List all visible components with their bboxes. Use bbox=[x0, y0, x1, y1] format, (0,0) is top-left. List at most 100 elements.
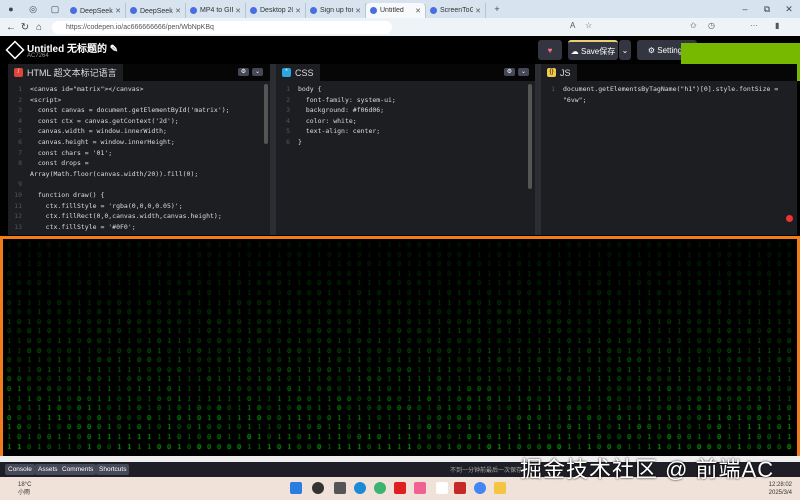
tab-label: Untitled bbox=[380, 7, 404, 14]
favorite-star-icon[interactable]: ☆ bbox=[585, 21, 592, 30]
tab-label: MP4 to GIF | CloudConvert bbox=[200, 7, 233, 14]
close-tab-icon[interactable]: ✕ bbox=[355, 7, 361, 15]
code-line: 2 <script> bbox=[8, 95, 270, 106]
codepen-logo-icon[interactable] bbox=[5, 40, 25, 60]
line-number: 9 bbox=[18, 180, 22, 189]
html-collapse-icon[interactable]: ⌄ bbox=[252, 68, 263, 76]
browser-tab[interactable]: Sign up for Loom | Loom✕ bbox=[306, 3, 366, 18]
wechat-icon[interactable] bbox=[374, 482, 386, 494]
cloud-icon: ☁ bbox=[570, 46, 579, 56]
js-editor-tab[interactable]: {} JS bbox=[541, 64, 577, 81]
console-button[interactable]: Console bbox=[5, 464, 35, 475]
maximize-icon[interactable]: ⧉ bbox=[761, 3, 773, 15]
app-icon[interactable] bbox=[414, 482, 426, 494]
favorites-icon[interactable]: ✩ bbox=[690, 21, 697, 30]
sidebar-icon[interactable]: ▮ bbox=[775, 21, 779, 30]
line-number: 5 bbox=[286, 127, 290, 136]
home-icon[interactable]: ⌂ bbox=[32, 22, 46, 33]
browser-tab[interactable]: DeepSeek | 深度求索✕ bbox=[66, 3, 126, 18]
favicon-icon bbox=[310, 7, 317, 14]
html-editor-scrollbar[interactable] bbox=[264, 84, 268, 144]
browser-tab[interactable]: Untitled ✕ bbox=[366, 3, 426, 18]
code-line: 1 body { bbox=[276, 84, 535, 95]
css-settings-icon[interactable]: ⚙ bbox=[504, 68, 515, 76]
code-line: 7 const chars = '01'; bbox=[8, 148, 270, 159]
code-text: document.getElementsByTagName("h1")[0].s… bbox=[563, 85, 779, 93]
netease-music-icon[interactable] bbox=[394, 482, 406, 494]
search-icon[interactable] bbox=[312, 482, 324, 494]
browser-tab[interactable]: ScreenToGif - Record yo✕ bbox=[426, 3, 486, 18]
browser-tab[interactable]: DeepSeek - 探索未至之境✕ bbox=[126, 3, 186, 18]
save-button[interactable]: ☁ Save保存 bbox=[568, 40, 618, 60]
back-icon[interactable]: ← bbox=[4, 22, 18, 33]
code-text: font-family: system-ui; bbox=[298, 95, 396, 104]
edit-pencil-icon[interactable]: ✎ bbox=[110, 44, 118, 55]
code-text: body { bbox=[298, 85, 322, 93]
preview-frame[interactable] bbox=[0, 236, 800, 460]
line-number: 8 bbox=[18, 159, 22, 168]
start-icon[interactable] bbox=[290, 482, 302, 494]
browser-tab[interactable]: Desktop 2025.03.04 - 12✕ bbox=[246, 3, 306, 18]
code-line: 11 ctx.fillStyle = 'rgba(0,0,0,0.05)'; bbox=[8, 201, 270, 212]
refresh-icon[interactable]: ↻ bbox=[18, 22, 32, 33]
line-number: 1 bbox=[18, 85, 22, 93]
browser-icon[interactable] bbox=[474, 482, 486, 494]
more-icon[interactable]: ··· bbox=[750, 21, 758, 30]
read-aloud-icon[interactable]: A bbox=[570, 21, 575, 30]
save-options-dropdown[interactable]: ⌄ bbox=[619, 40, 631, 60]
history-icon[interactable]: ◷ bbox=[708, 21, 715, 30]
line-number: 10 bbox=[14, 190, 22, 199]
html-editor-tab[interactable]: / HTML 超文本标记语言 bbox=[8, 64, 123, 81]
minimize-icon[interactable]: – bbox=[739, 3, 751, 15]
html-icon: / bbox=[14, 68, 23, 77]
heart-button[interactable]: ♥ bbox=[538, 40, 562, 60]
app-icon[interactable] bbox=[454, 482, 466, 494]
task-view-icon[interactable] bbox=[334, 482, 346, 494]
close-window-icon[interactable]: ✕ bbox=[783, 3, 795, 15]
html-editor-panel: / HTML 超文本标记语言 ⚙ ⌄ 1 <canvas id="matrix"><… bbox=[8, 64, 270, 235]
tab-label: DeepSeek | 深度求索 bbox=[80, 7, 113, 15]
pen-author[interactable]: AC7264 bbox=[27, 53, 49, 59]
comments-button[interactable]: Comments bbox=[59, 464, 97, 475]
css-editor-scrollbar[interactable] bbox=[528, 84, 532, 189]
close-tab-icon[interactable]: ✕ bbox=[415, 7, 421, 15]
code-text: ctx.fillRect(0,0,canvas.width,canvas.hei… bbox=[30, 212, 222, 221]
line-number: 11 bbox=[14, 201, 22, 210]
close-tab-icon[interactable]: ✕ bbox=[175, 7, 181, 15]
line-number: 1 bbox=[286, 85, 290, 93]
save-label: Save保存 bbox=[581, 46, 616, 56]
url-input[interactable]: https://codepen.io/ac666666666/pen/WbNpK… bbox=[52, 20, 392, 34]
edge-icon[interactable] bbox=[354, 482, 366, 494]
code-text: color: white; bbox=[298, 116, 357, 125]
weather-widget[interactable]: 18°C 小雨 bbox=[18, 481, 31, 497]
browser-tab[interactable]: MP4 to GIF | CloudConvert✕ bbox=[186, 3, 246, 18]
close-tab-icon[interactable]: ✕ bbox=[475, 7, 481, 15]
assets-button[interactable]: Assets bbox=[35, 464, 61, 475]
html-code-editor[interactable]: 1 <canvas id="matrix"></canvas> 2 <script> 3… bbox=[8, 81, 270, 232]
profile-icon[interactable]: ● bbox=[5, 3, 17, 15]
tab-label: DeepSeek - 探索未至之境 bbox=[140, 7, 173, 15]
close-tab-icon[interactable]: ✕ bbox=[295, 7, 301, 15]
code-line: 1 document.getElementsByTagName("h1")[0].… bbox=[541, 84, 797, 95]
line-number: 7 bbox=[18, 148, 22, 157]
code-line: 5 text-align: center; bbox=[276, 126, 535, 137]
code-text: canvas.height = window.innerHeight; bbox=[30, 137, 175, 146]
tab-actions-icon[interactable]: ▢ bbox=[49, 3, 61, 15]
close-tab-icon[interactable]: ✕ bbox=[115, 7, 121, 15]
js-code-editor[interactable]: 1 document.getElementsByTagName("h1")[0].… bbox=[541, 81, 797, 105]
shortcuts-button[interactable]: Shortcuts bbox=[96, 464, 130, 475]
typora-icon[interactable] bbox=[436, 482, 448, 494]
code-text: const chars = '01'; bbox=[30, 148, 113, 157]
css-code-editor[interactable]: 1 body {2 font-family: system-ui; 3 backgr… bbox=[276, 81, 535, 148]
css-editor-tab[interactable]: * CSS bbox=[276, 64, 320, 81]
html-settings-icon[interactable]: ⚙ bbox=[238, 68, 249, 76]
weather-condition: 小雨 bbox=[18, 490, 31, 496]
close-tab-icon[interactable]: ✕ bbox=[235, 7, 241, 15]
code-line: 6 canvas.height = window.innerHeight; bbox=[8, 137, 270, 148]
css-collapse-icon[interactable]: ⌄ bbox=[518, 68, 529, 76]
code-text: ctx.fillStyle = 'rgba(0,0,0,0.05)'; bbox=[30, 201, 183, 210]
code-text: function draw() { bbox=[30, 190, 105, 199]
workspaces-icon[interactable]: ◎ bbox=[27, 3, 39, 15]
file-explorer-icon[interactable] bbox=[494, 482, 506, 494]
new-tab-icon[interactable]: + bbox=[491, 3, 503, 15]
